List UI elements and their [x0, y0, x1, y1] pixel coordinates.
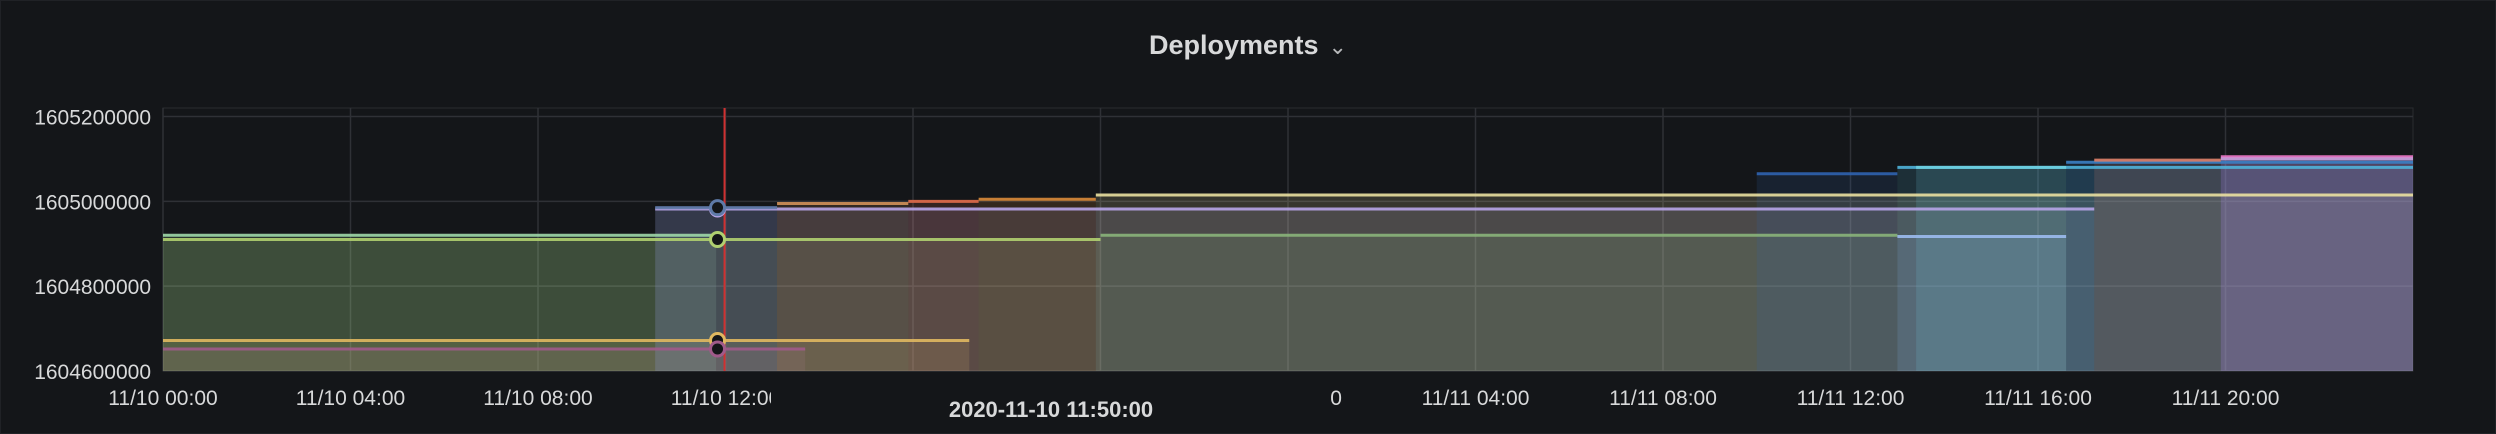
x-tick-label: 11/10 04:00: [296, 387, 405, 410]
x-tick-label: 11/11 20:00: [2172, 387, 2280, 410]
x-tick-label: 11/11 08:00: [1609, 387, 1717, 410]
series-area: [1756, 173, 1898, 371]
series-area: [908, 201, 979, 371]
hover-point: [709, 340, 727, 358]
x-tick-label: 11/10 00:00: [108, 387, 217, 410]
deployments-chart[interactable]: 1604600000 1604800000 1605000000 1605200000…: [1, 1, 2495, 433]
y-tick-label: 1604800000: [34, 276, 151, 299]
deployments-panel: Deployments ⌄ 1604600000 1604800000 160500…: [0, 0, 2496, 434]
series-area: [777, 203, 909, 371]
hover-point: [709, 231, 727, 248]
series-area: [163, 235, 717, 371]
x-tick-label: 11/11 12:00: [1797, 387, 1905, 410]
x-tick-label: 11/10 12:00: [671, 387, 780, 410]
series-area: [978, 199, 1096, 371]
x-tick-label: 11/11 16:00: [1984, 387, 2092, 410]
y-axis: 1604600000 1604800000 1605000000 1605200000: [34, 106, 151, 384]
hover-point: [709, 199, 727, 217]
y-tick-label: 1604600000: [34, 361, 151, 384]
series-area: [1916, 167, 2067, 371]
x-tick-label: 11/11 04:00: [1422, 387, 1530, 410]
x-tick-label: 11/10 08:00: [483, 387, 592, 410]
series-area: [2220, 158, 2413, 371]
hover-time-label: 2020-11-10 11:50:00: [949, 397, 1153, 422]
y-tick-label: 1605000000: [34, 191, 151, 214]
y-tick-label: 1605200000: [34, 106, 151, 129]
series-area: [2094, 160, 2221, 371]
